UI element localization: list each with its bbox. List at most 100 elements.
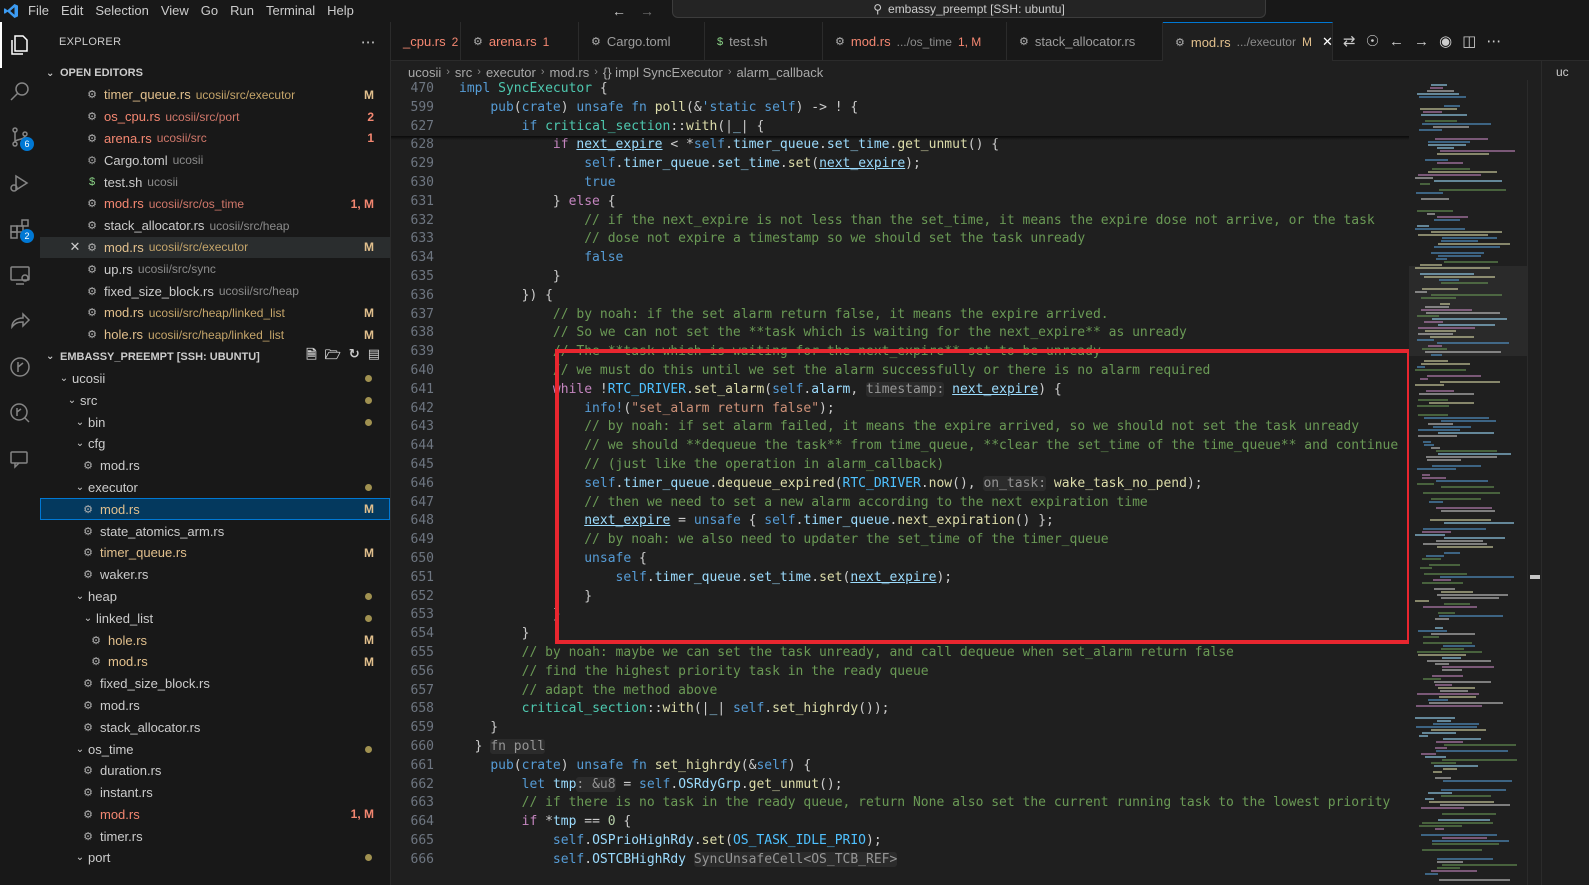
new-folder-icon[interactable]: 🗁 bbox=[325, 346, 341, 368]
open-editor-item[interactable]: ✕ ⚙ mod.rs ucosii/src/executor M bbox=[40, 236, 390, 259]
code-line[interactable]: 652 } bbox=[391, 588, 1409, 607]
menu-file[interactable]: File bbox=[22, 0, 55, 22]
open-editor-item[interactable]: ⚙ stack_allocator.rs ucosii/src/heap bbox=[40, 215, 390, 237]
collapse-all-icon[interactable]: ▤ bbox=[368, 346, 380, 368]
tree-file[interactable]: ⚙ timer.rs bbox=[40, 825, 390, 847]
menu-edit[interactable]: Edit bbox=[55, 0, 89, 22]
editor-tab[interactable]: ⚙ stack_allocator.rs bbox=[1007, 22, 1163, 61]
open-editor-item[interactable]: ⚙ Cargo.toml ucosii bbox=[40, 149, 390, 171]
menu-view[interactable]: View bbox=[155, 0, 195, 22]
code-line[interactable]: 662 let tmp: &u8 = self.OSRdyGrp.get_unm… bbox=[391, 776, 1409, 795]
open-editors-header[interactable]: ⌄ OPEN EDITORS bbox=[40, 62, 390, 84]
editor-tab[interactable]: ⚙ arena.rs 1 bbox=[461, 22, 579, 61]
gitlens-icon[interactable]: ◉ bbox=[1439, 32, 1452, 50]
code-line[interactable]: 648 next_expire = unsafe { self.timer_qu… bbox=[391, 512, 1409, 531]
tree-file[interactable]: ⚙ state_atomics_arm.rs bbox=[40, 520, 390, 542]
code-line[interactable]: 666 self.OSTCBHighRdy SyncUnsafeCell<OS_… bbox=[391, 851, 1409, 870]
tree-folder[interactable]: ⌄ cfg bbox=[40, 433, 390, 455]
menu-run[interactable]: Run bbox=[224, 0, 260, 22]
menu-selection[interactable]: Selection bbox=[89, 0, 154, 22]
open-editor-item[interactable]: ⚙ hole.rs ucosii/src/heap/linked_list M bbox=[40, 324, 390, 346]
refresh-icon[interactable]: ↻ bbox=[349, 346, 360, 368]
git-graph-icon[interactable] bbox=[0, 344, 40, 390]
back-arrow-icon[interactable]: ← bbox=[612, 3, 626, 19]
sticky-scroll-line[interactable]: 470 impl SyncExecutor { bbox=[391, 80, 1409, 99]
code-line[interactable]: 633 // dose not expire a timestamp so we… bbox=[391, 230, 1409, 249]
close-icon[interactable]: ✕ bbox=[66, 239, 84, 255]
code-line[interactable]: 646 self.timer_queue.dequeue_expired(RTC… bbox=[391, 475, 1409, 494]
code-line[interactable]: 630 true bbox=[391, 174, 1409, 193]
tree-folder[interactable]: ⌄ linked_list bbox=[40, 607, 390, 629]
timeline-icon[interactable]: ☉ bbox=[1366, 32, 1379, 50]
code-line[interactable]: 643 // by noah: if set alarm failed, it … bbox=[391, 418, 1409, 437]
open-editor-item[interactable]: ⚙ mod.rs ucosii/src/heap/linked_list M bbox=[40, 302, 390, 324]
code-line[interactable]: 653 } bbox=[391, 606, 1409, 625]
code-line[interactable]: 657 // adapt the method above bbox=[391, 682, 1409, 701]
breadcrumb-item[interactable]: alarm_callback bbox=[737, 65, 824, 80]
menu-terminal[interactable]: Terminal bbox=[260, 0, 321, 22]
tree-file[interactable]: ⚙ mod.rs 1, M bbox=[40, 804, 390, 826]
split-editor-icon[interactable]: ◫ bbox=[1462, 32, 1476, 50]
prev-change-icon[interactable]: ← bbox=[1389, 33, 1404, 50]
editor-scrollbar[interactable] bbox=[1527, 80, 1541, 885]
live-share-icon[interactable] bbox=[0, 298, 40, 344]
code-line[interactable]: 658 critical_section::with(|_| self.set_… bbox=[391, 700, 1409, 719]
code-line[interactable]: 640 // we must do this until we set the … bbox=[391, 362, 1409, 381]
tree-file[interactable]: ⚙ duration.rs bbox=[40, 760, 390, 782]
code-line[interactable]: 656 // find the highest priority task in… bbox=[391, 663, 1409, 682]
tree-folder[interactable]: ⌄ port bbox=[40, 847, 390, 869]
code-line[interactable]: 627 if critical_section::with(|_| { bbox=[391, 118, 1409, 137]
code-line[interactable]: 631 } else { bbox=[391, 193, 1409, 212]
scrollbar-thumb[interactable] bbox=[1530, 575, 1540, 579]
tree-folder[interactable]: ⌄ bin bbox=[40, 411, 390, 433]
editor-tab[interactable]: ⚙ Cargo.toml bbox=[579, 22, 705, 61]
open-editor-item[interactable]: ⚙ mod.rs ucosii/src/os_time 1, M bbox=[40, 193, 390, 215]
tree-file[interactable]: ⚙ waker.rs bbox=[40, 564, 390, 586]
code-line[interactable]: 651 self.timer_queue.set_time.set(next_e… bbox=[391, 569, 1409, 588]
tree-file[interactable]: ⚙ mod.rs bbox=[40, 695, 390, 717]
command-center[interactable]: ⚲ embassy_preempt [SSH: ubuntu] bbox=[672, 0, 1266, 18]
code-line[interactable]: 642 info!("set_alarm return false"); bbox=[391, 400, 1409, 419]
close-icon[interactable]: ✕ bbox=[1322, 34, 1333, 50]
code-line[interactable]: 661 pub(crate) unsafe fn set_highrdy(&se… bbox=[391, 757, 1409, 776]
editor-tab[interactable]: ⚙ mod.rs .../os_time 1, M bbox=[823, 22, 1007, 61]
code-line[interactable]: 650 unsafe { bbox=[391, 550, 1409, 569]
code-line[interactable]: 660 } fn poll bbox=[391, 738, 1409, 757]
code-line[interactable]: 644 // we should **dequeue the task** fr… bbox=[391, 437, 1409, 456]
chat-icon[interactable] bbox=[0, 436, 40, 482]
code-line[interactable]: 641 while !RTC_DRIVER.set_alarm(self.ala… bbox=[391, 381, 1409, 400]
sticky-scroll-line[interactable]: 599 pub(crate) unsafe fn poll(&'static s… bbox=[391, 99, 1409, 118]
code-line[interactable]: 649 // by noah: we also need to updater … bbox=[391, 531, 1409, 550]
more-actions-icon[interactable]: ⋯ bbox=[361, 33, 376, 51]
tree-file[interactable]: ⚙ hole.rs M bbox=[40, 629, 390, 651]
code-line[interactable]: 659 } bbox=[391, 719, 1409, 738]
tree-folder[interactable]: ⌄ os_time bbox=[40, 738, 390, 760]
gitlens-icon[interactable] bbox=[0, 390, 40, 436]
breadcrumb-item[interactable]: mod.rs bbox=[549, 65, 589, 80]
remote-explorer-icon[interactable] bbox=[0, 252, 40, 298]
tree-file[interactable]: ⚙ fixed_size_block.rs bbox=[40, 673, 390, 695]
breadcrumb-item[interactable]: src bbox=[455, 65, 472, 80]
tree-file[interactable]: ⚙ mod.rs M bbox=[40, 498, 390, 521]
code-line[interactable]: 638 // So we can not set the **task whic… bbox=[391, 324, 1409, 343]
open-editor-item[interactable]: ⚙ timer_queue.rs ucosii/src/executor M bbox=[40, 84, 390, 106]
explorer-icon[interactable] bbox=[0, 22, 40, 68]
more-actions-icon[interactable]: ⋯ bbox=[1486, 32, 1501, 50]
compare-icon[interactable]: ⇄ bbox=[1343, 32, 1356, 50]
open-editor-item[interactable]: $ test.sh ucosii bbox=[40, 171, 390, 193]
editor-tab[interactable]: _cpu.rs 2 bbox=[391, 22, 461, 61]
code-line[interactable]: 636 }) { bbox=[391, 287, 1409, 306]
tree-file[interactable]: ⚙ timer_queue.rs M bbox=[40, 542, 390, 564]
breadcrumb-item[interactable]: {} impl SyncExecutor bbox=[603, 65, 723, 80]
open-editor-item[interactable]: ⚙ os_cpu.rs ucosii/src/port 2 bbox=[40, 106, 390, 128]
code-line[interactable]: 629 self.timer_queue.set_time.set(next_e… bbox=[391, 155, 1409, 174]
menu-help[interactable]: Help bbox=[321, 0, 360, 22]
code-line[interactable]: 664 if *tmp == 0 { bbox=[391, 813, 1409, 832]
tree-folder[interactable]: ⌄ src bbox=[40, 389, 390, 411]
code-line[interactable]: 632 // if the next_expire is not less th… bbox=[391, 212, 1409, 231]
code-line[interactable]: 635 } bbox=[391, 268, 1409, 287]
workspace-header[interactable]: ⌄ EMBASSY_PREEMPT [SSH: UBUNTU] 🗎 🗁 ↻ ▤ bbox=[40, 346, 390, 368]
breadcrumb-item[interactable]: ucosii bbox=[408, 65, 441, 80]
new-file-icon[interactable]: 🗎 bbox=[306, 346, 316, 368]
open-editor-item[interactable]: ⚙ fixed_size_block.rs ucosii/src/heap bbox=[40, 280, 390, 302]
